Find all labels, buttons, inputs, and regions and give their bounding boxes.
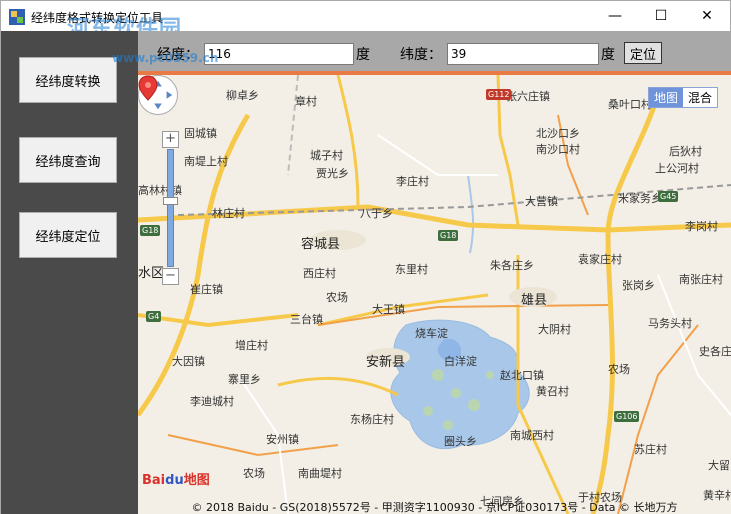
place-label: 城子村 bbox=[310, 149, 343, 162]
place-label: 增庄村 bbox=[235, 339, 268, 352]
baidu-logo: Baidu地图 bbox=[142, 469, 210, 488]
place-label: 南城西村 bbox=[510, 429, 554, 442]
place-label: 上公河村 bbox=[655, 162, 699, 175]
place-label: 林庄村 bbox=[212, 207, 245, 220]
logo-paw: du bbox=[165, 473, 184, 488]
zoom-in-button[interactable]: + bbox=[162, 131, 179, 148]
place-label: 张六庄镇 bbox=[506, 90, 550, 103]
road-shield: G18 bbox=[438, 230, 459, 241]
latitude-label: 纬度： bbox=[400, 47, 442, 63]
place-label: 安州镇 bbox=[266, 433, 299, 446]
place-label: 崔庄镇 bbox=[190, 283, 223, 296]
zoom-slider-handle[interactable] bbox=[163, 197, 178, 205]
app-icon bbox=[9, 9, 25, 25]
place-label: 大营镇 bbox=[525, 195, 558, 208]
map-view[interactable]: 柳卓乡 章村 张六庄镇 桑叶口村 固城镇 北沙口乡 南沙口村 后狄村 南堤上村 … bbox=[138, 75, 731, 514]
place-label: 三台镇 bbox=[290, 313, 323, 326]
place-label: 李庄村 bbox=[396, 175, 429, 188]
logo-suffix: 地图 bbox=[183, 473, 210, 488]
place-label: 大因镇 bbox=[172, 355, 205, 368]
convert-button[interactable]: 经纬度转换 bbox=[19, 57, 117, 103]
place-label: 朱各庄乡 bbox=[490, 259, 534, 272]
place-label: 烧车淀 bbox=[415, 327, 448, 340]
place-label: 北沙口乡 bbox=[536, 127, 580, 140]
sidebar: 经纬度转换 经纬度查询 经纬度定位 bbox=[1, 31, 138, 514]
place-label: 南张庄村 bbox=[679, 273, 723, 286]
place-label: 东杨庄村 bbox=[350, 413, 394, 426]
query-button[interactable]: 经纬度查询 bbox=[19, 137, 117, 183]
place-label: 南沙口村 bbox=[536, 143, 580, 156]
place-label: 大王镇 bbox=[372, 303, 405, 316]
longitude-input[interactable] bbox=[204, 43, 354, 65]
location-pin-icon[interactable] bbox=[138, 75, 158, 101]
place-label: 李迪城村 bbox=[190, 395, 234, 408]
longitude-unit: 度 bbox=[356, 47, 370, 63]
locate-nav-button[interactable]: 经纬度定位 bbox=[19, 212, 117, 258]
place-label: 米家务乡 bbox=[618, 192, 662, 205]
place-label: 固城镇 bbox=[184, 127, 217, 140]
zoom-out-button[interactable]: − bbox=[162, 268, 179, 285]
place-label: 桑叶口村 bbox=[608, 98, 652, 111]
place-label: 袁家庄村 bbox=[578, 253, 622, 266]
latitude-unit: 度 bbox=[601, 47, 615, 63]
place-label: 白洋淀 bbox=[444, 355, 477, 368]
place-label: 东里村 bbox=[395, 263, 428, 276]
place-label: 水区 bbox=[138, 266, 165, 281]
place-label: 贾光乡 bbox=[316, 167, 349, 180]
place-label: 农场 bbox=[326, 291, 348, 304]
place-label: 柳卓乡 bbox=[226, 89, 259, 102]
minimize-button[interactable]: — bbox=[592, 1, 638, 31]
title-bar: 经纬度格式转换定位工具 河东软件园 — ☐ ✕ bbox=[1, 1, 730, 42]
place-label: 大留 bbox=[708, 459, 730, 472]
place-label: 南堤上村 bbox=[184, 155, 228, 168]
road-shield: G4 bbox=[146, 311, 162, 322]
place-label: 赵北口镇 bbox=[500, 369, 544, 382]
place-label: 马务头村 bbox=[648, 317, 692, 330]
app-window: 经纬度格式转换定位工具 河东软件园 — ☐ ✕ 经纬度转换 经纬度查询 经纬度定… bbox=[0, 0, 731, 514]
road-shield: G18 bbox=[140, 225, 161, 236]
place-label: 苏庄村 bbox=[634, 443, 667, 456]
map-type-map-button[interactable]: 地图 bbox=[649, 88, 684, 107]
map-type-hybrid-button[interactable]: 混合 bbox=[683, 88, 718, 107]
place-label: 黄召村 bbox=[536, 385, 569, 398]
close-button[interactable]: ✕ bbox=[684, 1, 730, 31]
place-label: 南曲堤村 bbox=[298, 467, 342, 480]
place-label: 八于乡 bbox=[360, 207, 393, 220]
locate-button[interactable]: 定位 bbox=[624, 42, 662, 64]
zoom-slider[interactable] bbox=[167, 149, 174, 267]
road-shield: G106 bbox=[614, 411, 640, 422]
logo-text: Bai bbox=[142, 473, 166, 488]
place-label: 高林村镇 bbox=[138, 184, 182, 197]
place-label: 农场 bbox=[243, 467, 265, 480]
place-label: 西庄村 bbox=[303, 267, 336, 280]
place-label: 李岗村 bbox=[685, 220, 718, 233]
place-label: 后狄村 bbox=[669, 145, 702, 158]
map-copyright: © 2018 Baidu - GS(2018)5572号 - 甲测资字11009… bbox=[191, 501, 678, 514]
place-label: 章村 bbox=[295, 95, 317, 108]
maximize-button[interactable]: ☐ bbox=[638, 1, 684, 31]
place-label: 农场 bbox=[608, 363, 630, 376]
place-label: 大阴村 bbox=[538, 323, 571, 336]
road-shield: G112 bbox=[486, 89, 512, 100]
coordinate-toolbar: 经度： 度 纬度： 度 定位 bbox=[138, 31, 731, 71]
place-label: 安新县 bbox=[366, 355, 406, 370]
latitude-input[interactable] bbox=[447, 43, 599, 65]
place-label: 雄县 bbox=[521, 293, 548, 308]
place-label: 容城县 bbox=[301, 237, 341, 252]
map-type-switch: 地图 混合 bbox=[648, 87, 719, 108]
place-label: 史各庄 bbox=[699, 345, 731, 358]
road-shield: G45 bbox=[658, 191, 679, 202]
place-label: 张岗乡 bbox=[622, 279, 655, 292]
place-label: 寨里乡 bbox=[228, 373, 261, 386]
watermark-url: www.pc0359.cn bbox=[112, 51, 219, 65]
place-label: 圈头乡 bbox=[444, 435, 477, 448]
